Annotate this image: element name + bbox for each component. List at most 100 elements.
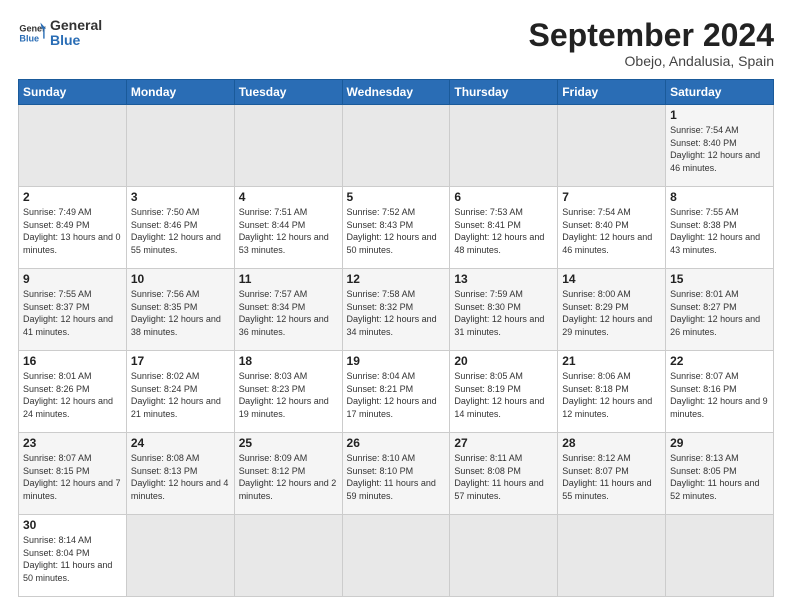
- calendar-cell: 20 Sunrise: 8:05 AMSunset: 8:19 PMDayligh…: [450, 351, 558, 433]
- day-header-tuesday: Tuesday: [234, 80, 342, 105]
- title-block: September 2024 Obejo, Andalusia, Spain: [529, 18, 774, 69]
- logo-blue-text: Blue: [50, 33, 102, 48]
- calendar-cell: [234, 515, 342, 597]
- day-header-friday: Friday: [558, 80, 666, 105]
- cell-info: Sunrise: 7:50 AMSunset: 8:46 PMDaylight:…: [131, 206, 230, 256]
- cell-info: Sunrise: 8:05 AMSunset: 8:19 PMDaylight:…: [454, 370, 553, 420]
- cell-info: Sunrise: 8:13 AMSunset: 8:05 PMDaylight:…: [670, 452, 769, 502]
- calendar-cell: [126, 515, 234, 597]
- day-number: 22: [670, 354, 769, 368]
- cell-info: Sunrise: 7:56 AMSunset: 8:35 PMDaylight:…: [131, 288, 230, 338]
- day-number: 27: [454, 436, 553, 450]
- cell-info: Sunrise: 8:04 AMSunset: 8:21 PMDaylight:…: [347, 370, 446, 420]
- day-number: 18: [239, 354, 338, 368]
- cell-info: Sunrise: 7:53 AMSunset: 8:41 PMDaylight:…: [454, 206, 553, 256]
- header: General Blue General Blue September 2024…: [18, 18, 774, 69]
- day-header-saturday: Saturday: [666, 80, 774, 105]
- calendar-week-3: 9Sunrise: 7:55 AMSunset: 8:37 PMDaylight…: [19, 269, 774, 351]
- logo-general-text: General: [50, 18, 102, 33]
- calendar-cell: 13Sunrise: 7:59 AMSunset: 8:30 PMDayligh…: [450, 269, 558, 351]
- calendar-cell: 26Sunrise: 8:10 AMSunset: 8:10 PMDayligh…: [342, 433, 450, 515]
- cell-info: Sunrise: 7:58 AMSunset: 8:32 PMDaylight:…: [347, 288, 446, 338]
- calendar-cell: [450, 105, 558, 187]
- cell-info: Sunrise: 8:01 AMSunset: 8:27 PMDaylight:…: [670, 288, 769, 338]
- cell-info: Sunrise: 7:51 AMSunset: 8:44 PMDaylight:…: [239, 206, 338, 256]
- calendar-cell: [450, 515, 558, 597]
- calendar-week-1: 1Sunrise: 7:54 AMSunset: 8:40 PMDaylight…: [19, 105, 774, 187]
- day-header-monday: Monday: [126, 80, 234, 105]
- calendar-cell: 10 Sunrise: 7:56 AMSunset: 8:35 PMDayligh…: [126, 269, 234, 351]
- cell-info: Sunrise: 7:49 AMSunset: 8:49 PMDaylight:…: [23, 206, 122, 256]
- calendar-cell: 17Sunrise: 8:02 AMSunset: 8:24 PMDayligh…: [126, 351, 234, 433]
- day-number: 30: [23, 518, 122, 532]
- logo-icon: General Blue: [18, 19, 46, 47]
- day-number: 3: [131, 190, 230, 204]
- day-number: 23: [23, 436, 122, 450]
- day-number: 15: [670, 272, 769, 286]
- calendar-cell: 6 Sunrise: 7:53 AMSunset: 8:41 PMDaylight…: [450, 187, 558, 269]
- calendar-week-4: 16 Sunrise: 8:01 AMSunset: 8:26 PMDayligh…: [19, 351, 774, 433]
- cell-info: Sunrise: 8:08 AMSunset: 8:13 PMDaylight:…: [131, 452, 230, 502]
- calendar-cell: [342, 105, 450, 187]
- calendar-cell: [234, 105, 342, 187]
- day-number: 17: [131, 354, 230, 368]
- month-title: September 2024: [529, 18, 774, 53]
- day-header-sunday: Sunday: [19, 80, 127, 105]
- cell-info: Sunrise: 8:01 AMSunset: 8:26 PMDaylight:…: [23, 370, 122, 420]
- cell-info: Sunrise: 8:00 AMSunset: 8:29 PMDaylight:…: [562, 288, 661, 338]
- calendar-cell: 29 Sunrise: 8:13 AMSunset: 8:05 PMDayligh…: [666, 433, 774, 515]
- cell-info: Sunrise: 8:07 AMSunset: 8:15 PMDaylight:…: [23, 452, 122, 502]
- calendar-cell: 18 Sunrise: 8:03 AMSunset: 8:23 PMDayligh…: [234, 351, 342, 433]
- day-number: 19: [347, 354, 446, 368]
- cell-info: Sunrise: 8:07 AMSunset: 8:16 PMDaylight:…: [670, 370, 769, 420]
- calendar-cell: 19 Sunrise: 8:04 AMSunset: 8:21 PMDayligh…: [342, 351, 450, 433]
- cell-info: Sunrise: 7:55 AMSunset: 8:38 PMDaylight:…: [670, 206, 769, 256]
- cell-info: Sunrise: 8:11 AMSunset: 8:08 PMDaylight:…: [454, 452, 553, 502]
- calendar-cell: 9Sunrise: 7:55 AMSunset: 8:37 PMDaylight…: [19, 269, 127, 351]
- calendar-cell: 14Sunrise: 8:00 AMSunset: 8:29 PMDayligh…: [558, 269, 666, 351]
- day-number: 1: [670, 108, 769, 122]
- calendar-cell: 21 Sunrise: 8:06 AMSunset: 8:18 PMDayligh…: [558, 351, 666, 433]
- calendar-cell: 25Sunrise: 8:09 AMSunset: 8:12 PMDayligh…: [234, 433, 342, 515]
- calendar-cell: 15 Sunrise: 8:01 AMSunset: 8:27 PMDayligh…: [666, 269, 774, 351]
- day-number: 13: [454, 272, 553, 286]
- day-number: 2: [23, 190, 122, 204]
- calendar-cell: 5 Sunrise: 7:52 AMSunset: 8:43 PMDaylight…: [342, 187, 450, 269]
- calendar-cell: 1Sunrise: 7:54 AMSunset: 8:40 PMDaylight…: [666, 105, 774, 187]
- day-number: 20: [454, 354, 553, 368]
- cell-info: Sunrise: 8:12 AMSunset: 8:07 PMDaylight:…: [562, 452, 661, 502]
- day-number: 29: [670, 436, 769, 450]
- calendar-cell: [126, 105, 234, 187]
- day-number: 28: [562, 436, 661, 450]
- cell-info: Sunrise: 8:09 AMSunset: 8:12 PMDaylight:…: [239, 452, 338, 502]
- day-number: 16: [23, 354, 122, 368]
- calendar-week-6: 30 Sunrise: 8:14 AMSunset: 8:04 PMDayligh…: [19, 515, 774, 597]
- cell-info: Sunrise: 8:06 AMSunset: 8:18 PMDaylight:…: [562, 370, 661, 420]
- day-number: 26: [347, 436, 446, 450]
- calendar-cell: [342, 515, 450, 597]
- calendar-cell: 23 Sunrise: 8:07 AMSunset: 8:15 PMDayligh…: [19, 433, 127, 515]
- calendar-cell: 8Sunrise: 7:55 AMSunset: 8:38 PMDaylight…: [666, 187, 774, 269]
- calendar-week-2: 2 Sunrise: 7:49 AMSunset: 8:49 PMDaylight…: [19, 187, 774, 269]
- day-number: 6: [454, 190, 553, 204]
- page: General Blue General Blue September 2024…: [0, 0, 792, 612]
- day-number: 10: [131, 272, 230, 286]
- calendar-table: SundayMondayTuesdayWednesdayThursdayFrid…: [18, 79, 774, 597]
- cell-info: Sunrise: 7:54 AMSunset: 8:40 PMDaylight:…: [562, 206, 661, 256]
- day-number: 21: [562, 354, 661, 368]
- calendar-cell: 24Sunrise: 8:08 AMSunset: 8:13 PMDayligh…: [126, 433, 234, 515]
- day-header-wednesday: Wednesday: [342, 80, 450, 105]
- calendar-cell: [558, 515, 666, 597]
- header-row: SundayMondayTuesdayWednesdayThursdayFrid…: [19, 80, 774, 105]
- cell-info: Sunrise: 7:52 AMSunset: 8:43 PMDaylight:…: [347, 206, 446, 256]
- day-number: 11: [239, 272, 338, 286]
- day-number: 5: [347, 190, 446, 204]
- calendar-cell: 12Sunrise: 7:58 AMSunset: 8:32 PMDayligh…: [342, 269, 450, 351]
- cell-info: Sunrise: 8:14 AMSunset: 8:04 PMDaylight:…: [23, 534, 122, 584]
- calendar-cell: 28 Sunrise: 8:12 AMSunset: 8:07 PMDayligh…: [558, 433, 666, 515]
- cell-info: Sunrise: 8:03 AMSunset: 8:23 PMDaylight:…: [239, 370, 338, 420]
- calendar-cell: [19, 105, 127, 187]
- location: Obejo, Andalusia, Spain: [529, 53, 774, 69]
- cell-info: Sunrise: 7:57 AMSunset: 8:34 PMDaylight:…: [239, 288, 338, 338]
- calendar-cell: [558, 105, 666, 187]
